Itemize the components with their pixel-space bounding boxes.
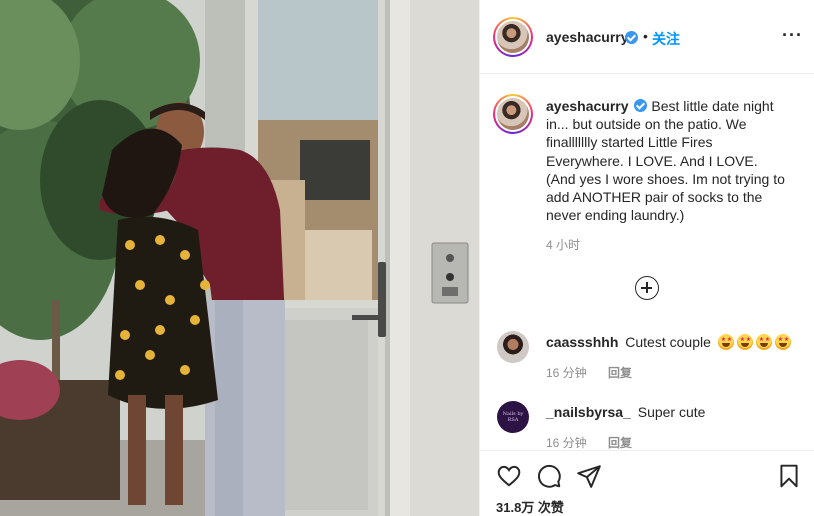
more-options-icon[interactable]: ···: [782, 26, 803, 44]
comment-username[interactable]: _nailsbyrsa_: [546, 404, 631, 420]
action-bar: 31.8万 次赞: [480, 450, 814, 516]
likes-count[interactable]: 31.8万 次赞: [496, 497, 564, 516]
post-details-panel: ayeshacurry • 关注 ··· ayeshacurry Best li…: [479, 0, 814, 516]
share-paper-plane-icon[interactable]: [576, 463, 602, 489]
load-more-comments-icon[interactable]: [635, 276, 659, 300]
verified-badge-icon: [625, 31, 638, 44]
follow-button[interactable]: 关注: [652, 29, 680, 49]
reply-button[interactable]: 回复: [608, 436, 632, 450]
author-avatar[interactable]: [493, 17, 533, 57]
post-header: ayeshacurry • 关注 ···: [480, 0, 814, 74]
separator-dot: •: [643, 28, 648, 44]
reply-button[interactable]: 回复: [608, 366, 632, 380]
star-struck-emoji-icon: [755, 334, 772, 350]
comment-body: Cutest couple: [625, 334, 711, 350]
avatar-logo-text: Nails by RSA: [502, 411, 524, 423]
comment-bubble-icon[interactable]: [536, 463, 562, 489]
caption-text: ayeshacurry Best little date night in...…: [546, 97, 786, 224]
post-timestamp[interactable]: 4 小时: [546, 236, 580, 253]
comment-body: Super cute: [637, 404, 706, 420]
save-bookmark-icon[interactable]: [776, 463, 802, 489]
star-struck-emoji-icon: [736, 334, 753, 350]
like-heart-icon[interactable]: [496, 463, 522, 489]
comment-username[interactable]: caassshhh: [546, 334, 618, 350]
caption-username[interactable]: ayeshacurry: [546, 98, 629, 114]
post-photo[interactable]: [0, 0, 479, 516]
couple-photo-image: [0, 0, 479, 516]
comment-text: _nailsbyrsa_ Super cute: [546, 404, 705, 420]
comment-text: caassshhh Cutest couple: [546, 334, 791, 350]
comment-item: caassshhh Cutest couple 16 分钟 回复: [480, 326, 814, 406]
commenter-avatar[interactable]: Nails by RSA: [497, 401, 529, 433]
caption-body: Best little date night in... but outside…: [546, 98, 785, 224]
star-struck-emoji-icon: [717, 334, 734, 350]
comment-time: 16 分钟: [546, 436, 587, 450]
comment-meta: 16 分钟 回复: [546, 364, 632, 381]
comment-time: 16 分钟: [546, 366, 587, 380]
star-struck-emoji-icon: [774, 334, 791, 350]
verified-badge-icon: [634, 99, 648, 112]
commenter-avatar[interactable]: [497, 331, 529, 363]
caption-author-avatar[interactable]: [493, 94, 533, 134]
comment-meta: 16 分钟 回复: [546, 434, 632, 451]
author-username[interactable]: ayeshacurry: [546, 29, 629, 45]
